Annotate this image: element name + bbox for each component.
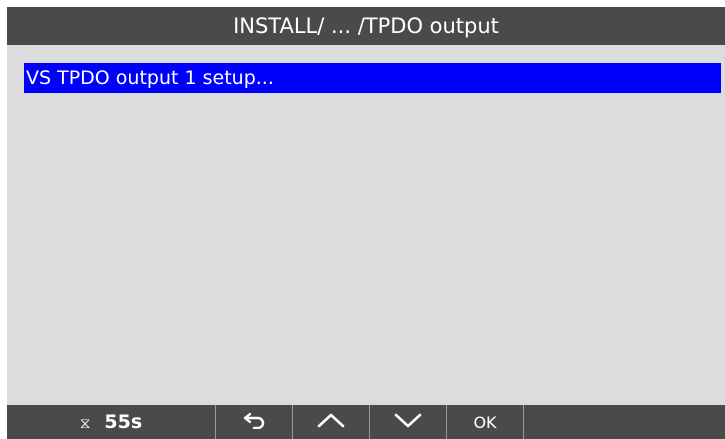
menu-item-label: VS TPDO output 1 setup... [26, 67, 274, 89]
chevron-up-icon [316, 411, 346, 433]
menu-list: VS TPDO output 1 setup... [7, 45, 725, 405]
hourglass-icon: ⧖ [79, 414, 91, 432]
back-button[interactable] [216, 405, 292, 439]
chevron-down-icon [393, 411, 423, 433]
softkey-bar: ⧖ 55s OK [7, 405, 725, 439]
timeout-value: 55s [104, 411, 143, 433]
menu-item-vs-tpdo-output-1-setup[interactable]: VS TPDO output 1 setup... [24, 63, 721, 93]
device-screen: INSTALL/ ... /TPDO output VS TPDO output… [7, 7, 725, 439]
up-button[interactable] [293, 405, 369, 439]
return-arrow-icon [241, 411, 267, 433]
page-title: INSTALL/ ... /TPDO output [233, 14, 499, 38]
ok-button[interactable]: OK [447, 405, 523, 439]
softkey-divider [523, 405, 524, 439]
ok-label: OK [473, 412, 497, 432]
down-button[interactable] [370, 405, 446, 439]
timeout-indicator: ⧖ 55s [7, 405, 215, 439]
title-bar: INSTALL/ ... /TPDO output [7, 7, 725, 45]
